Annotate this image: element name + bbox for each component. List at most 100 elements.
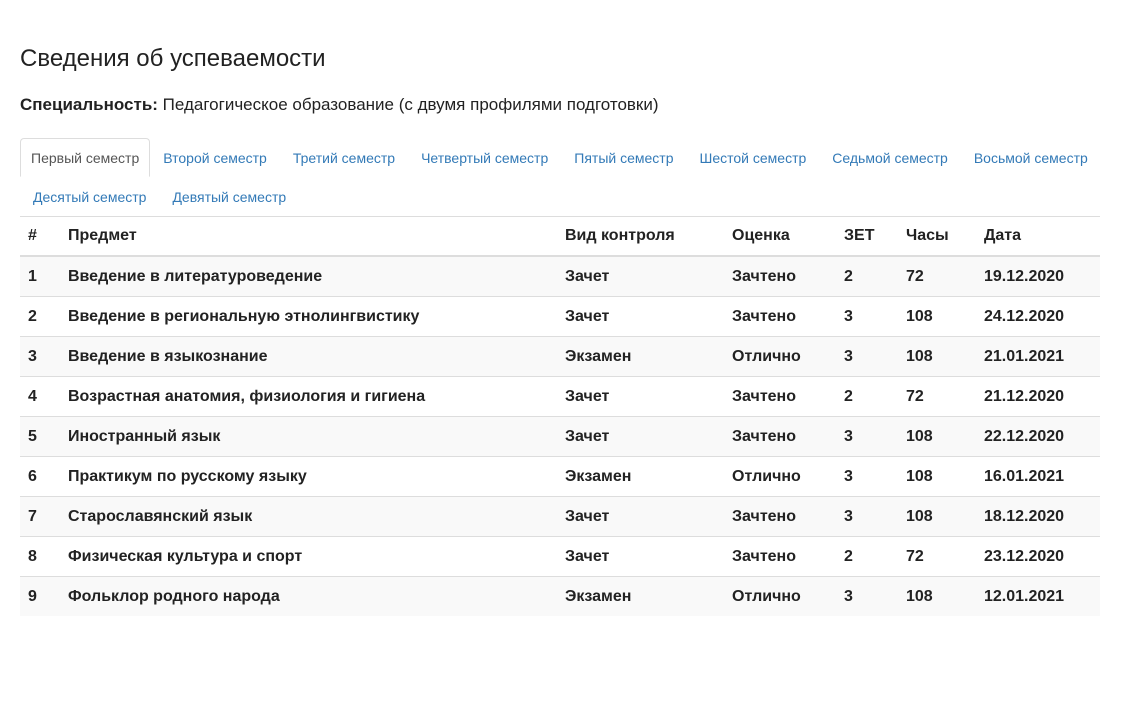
specialty-line: Специальность: Педагогическое образовани… (20, 94, 1116, 116)
cell-hours: 72 (898, 376, 976, 417)
cell-date: 18.12.2020 (976, 496, 1100, 537)
grades-table: # Предмет Вид контроля Оценка ЗЕТ Часы Д… (20, 217, 1100, 616)
table-row: 4 Возрастная анатомия, физиология и гигие… (20, 376, 1100, 417)
table-body: 1 Введение в литературоведение Зачет Зачтен… (20, 255, 1100, 616)
cell-date: 19.12.2020 (976, 255, 1100, 297)
cell-zet: 2 (836, 255, 898, 297)
cell-num: 1 (20, 255, 60, 297)
cell-grade: Отлично (724, 576, 836, 616)
tab-semester-10[interactable]: Девятый семестр (159, 177, 299, 216)
header-hours: Часы (898, 217, 976, 257)
cell-control: Зачет (557, 536, 724, 577)
cell-num: 8 (20, 536, 60, 577)
cell-hours: 108 (898, 576, 976, 616)
cell-subject: Фольклор родного народа (60, 576, 557, 616)
header-control: Вид контроля (557, 217, 724, 257)
cell-hours: 72 (898, 536, 976, 577)
cell-date: 23.12.2020 (976, 536, 1100, 577)
cell-date: 22.12.2020 (976, 416, 1100, 457)
cell-subject: Введение в региональную этнолингвистику (60, 296, 557, 337)
cell-subject: Иностранный язык (60, 416, 557, 457)
table-row: 8 Физическая культура и спорт Зачет Зачтено… (20, 536, 1100, 577)
cell-grade: Отлично (724, 456, 836, 497)
cell-grade: Зачтено (724, 255, 836, 297)
tab-semester-8[interactable]: Восьмой семестр (961, 138, 1101, 177)
cell-num: 3 (20, 336, 60, 377)
specialty-value: Педагогическое образование (с двумя проф… (162, 95, 659, 114)
table-row: 1 Введение в литературоведение Зачет Зачтен… (20, 255, 1100, 297)
cell-hours: 108 (898, 296, 976, 337)
cell-zet: 3 (836, 296, 898, 337)
tab-semester-6[interactable]: Шестой семестр (687, 138, 820, 177)
cell-zet: 3 (836, 496, 898, 537)
table-header-row: # Предмет Вид контроля Оценка ЗЕТ Часы Д… (20, 217, 1100, 257)
cell-num: 7 (20, 496, 60, 537)
cell-control: Зачет (557, 255, 724, 297)
cell-grade: Зачтено (724, 296, 836, 337)
tab-semester-5[interactable]: Пятый семестр (561, 138, 686, 177)
cell-subject: Старославянский язык (60, 496, 557, 537)
tab-semester-1[interactable]: Первый семестр (20, 138, 151, 177)
cell-control: Зачет (557, 296, 724, 337)
tab-semester-4[interactable]: Четвертый семестр (408, 138, 561, 177)
cell-zet: 3 (836, 336, 898, 377)
header-grade: Оценка (724, 217, 836, 257)
cell-hours: 72 (898, 255, 976, 297)
cell-control: Зачет (557, 496, 724, 537)
cell-grade: Зачтено (724, 416, 836, 457)
cell-hours: 108 (898, 496, 976, 537)
table-row: 3 Введение в языкознание Экзамен Отлично 3 10… (20, 336, 1100, 377)
cell-control: Экзамен (557, 336, 724, 377)
cell-hours: 108 (898, 336, 976, 377)
cell-control: Экзамен (557, 456, 724, 497)
cell-zet: 2 (836, 536, 898, 577)
table-row: 5 Иностранный язык Зачет Зачтено 3 108 22.12.2… (20, 416, 1100, 457)
table-row: 7 Старославянский язык Зачет Зачтено 3 108 18.… (20, 496, 1100, 537)
cell-date: 21.12.2020 (976, 376, 1100, 417)
table-row: 6 Практикум по русскому языку Экзамен Отлич… (20, 456, 1100, 497)
cell-num: 6 (20, 456, 60, 497)
cell-hours: 108 (898, 416, 976, 457)
tab-semester-9[interactable]: Десятый семестр (20, 177, 159, 216)
page-container: Сведения об успеваемости Специальность: … (0, 0, 1136, 616)
cell-hours: 108 (898, 456, 976, 497)
cell-control: Зачет (557, 416, 724, 457)
cell-num: 9 (20, 576, 60, 616)
cell-num: 5 (20, 416, 60, 457)
tab-semester-2[interactable]: Второй семестр (150, 138, 280, 177)
cell-grade: Зачтено (724, 536, 836, 577)
cell-grade: Отлично (724, 336, 836, 377)
cell-date: 21.01.2021 (976, 336, 1100, 377)
cell-zet: 3 (836, 456, 898, 497)
cell-control: Экзамен (557, 576, 724, 616)
cell-grade: Зачтено (724, 496, 836, 537)
cell-control: Зачет (557, 376, 724, 417)
header-date: Дата (976, 217, 1100, 257)
cell-grade: Зачтено (724, 376, 836, 417)
tab-row: Десятый семестр Девятый семестр (20, 177, 1100, 216)
table-row: 2 Введение в региональную этнолингвистику… (20, 296, 1100, 337)
cell-num: 4 (20, 376, 60, 417)
header-zet: ЗЕТ (836, 217, 898, 257)
header-subject: Предмет (60, 217, 557, 257)
cell-subject: Возрастная анатомия, физиология и гигиен… (60, 376, 557, 417)
cell-zet: 3 (836, 576, 898, 616)
cell-zet: 3 (836, 416, 898, 457)
specialty-label: Специальность: (20, 95, 158, 114)
cell-subject: Введение в литературоведение (60, 255, 557, 297)
cell-date: 16.01.2021 (976, 456, 1100, 497)
header-num: # (20, 217, 60, 257)
cell-date: 24.12.2020 (976, 296, 1100, 337)
table-row: 9 Фольклор родного народа Экзамен Отлично 3 1… (20, 576, 1100, 616)
cell-subject: Введение в языкознание (60, 336, 557, 377)
semester-tabs: Первый семестр Второй семестр Третий семес… (20, 138, 1100, 217)
page-title: Сведения об успеваемости (20, 45, 326, 72)
cell-num: 2 (20, 296, 60, 337)
cell-zet: 2 (836, 376, 898, 417)
tab-row: Первый семестр Второй семестр Третий семес… (20, 138, 1100, 177)
cell-subject: Физическая культура и спорт (60, 536, 557, 577)
tab-semester-3[interactable]: Третий семестр (280, 138, 408, 177)
cell-subject: Практикум по русскому языку (60, 456, 557, 497)
cell-date: 12.01.2021 (976, 576, 1100, 616)
tab-semester-7[interactable]: Седьмой семестр (819, 138, 961, 177)
